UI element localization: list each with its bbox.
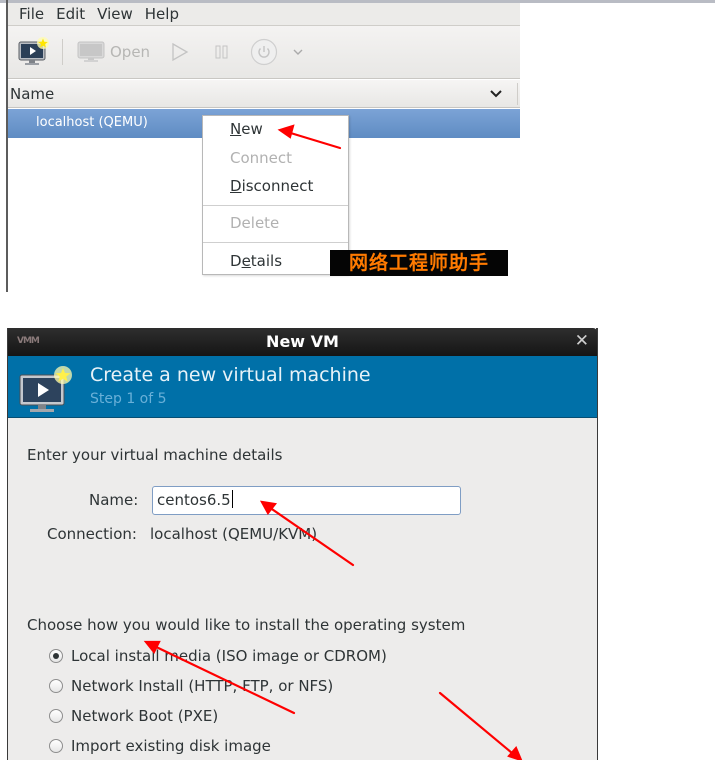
header-separator [517, 82, 518, 105]
chevron-down-icon [293, 49, 303, 55]
install-option-network-install[interactable]: Network Install (HTTP, FTP, or NFS) [49, 677, 333, 695]
menu-view[interactable]: View [92, 5, 138, 23]
banner-title: Create a new virtual machine [90, 364, 371, 386]
name-input-value: centos6.5 [157, 491, 231, 509]
mnemonic: N [230, 120, 242, 138]
list-header: Name [8, 80, 520, 108]
install-option-local-media[interactable]: Local install media (ISO image or CDROM) [49, 647, 387, 665]
menu-item-label: isconnect [241, 177, 314, 195]
new-vm-icon [19, 366, 72, 412]
menu-item-details[interactable]: Details [203, 249, 348, 273]
dialog-titlebar[interactable]: VMM New VM ✕ [8, 328, 597, 356]
new-vm-button[interactable] [18, 37, 50, 67]
option-label: Network Install (HTTP, FTP, or NFS) [71, 677, 334, 695]
shutdown-button[interactable] [250, 38, 278, 66]
toolbar: Open [8, 26, 520, 79]
radio-button[interactable] [49, 649, 63, 663]
dialog-banner: Create a new virtual machine Step 1 of 5 [8, 356, 597, 418]
menu-item-connect[interactable]: Connect [203, 146, 348, 170]
menu-item-disconnect[interactable]: Disconnect [203, 174, 348, 198]
open-label: Open [110, 43, 151, 61]
install-option-import-disk[interactable]: Import existing disk image [49, 737, 271, 755]
menu-item-delete[interactable]: Delete [203, 211, 348, 235]
menu-item-label-pre: D [230, 252, 242, 270]
close-icon[interactable]: ✕ [575, 331, 589, 351]
pause-icon [215, 45, 228, 59]
play-icon [172, 42, 189, 62]
connection-value: localhost (QEMU/KVM) [150, 525, 318, 543]
menu-item-new[interactable]: New [203, 117, 348, 141]
name-label: Name: [89, 491, 139, 509]
section-details-heading: Enter your virtual machine details [27, 446, 283, 464]
menu-separator [203, 205, 348, 206]
option-label: Network Boot (PXE) [71, 707, 219, 725]
menu-help[interactable]: Help [140, 5, 184, 23]
section-install-heading: Choose how you would like to install the… [27, 616, 466, 634]
watermark: 网络工程师助手 [330, 250, 508, 276]
new-vm-icon [18, 37, 49, 65]
name-input[interactable]: centos6.5 [152, 486, 461, 515]
install-option-network-boot[interactable]: Network Boot (PXE) [49, 707, 218, 725]
column-header-name[interactable]: Name [8, 85, 489, 103]
open-button[interactable]: Open [77, 41, 150, 63]
context-menu: New Connect Disconnect Delete Details [202, 115, 349, 275]
banner-step: Step 1 of 5 [90, 391, 167, 407]
column-chooser-chevron-icon[interactable] [489, 89, 503, 99]
option-label: Import existing disk image [71, 737, 271, 755]
shutdown-menu-button[interactable] [292, 48, 304, 56]
text-caret [231, 490, 233, 508]
connection-label: localhost (QEMU) [36, 115, 148, 130]
monitor-icon [77, 41, 105, 62]
menu-separator [203, 242, 348, 243]
toolbar-separator [62, 39, 63, 65]
menu-item-label: ew [241, 120, 263, 138]
radio-button[interactable] [49, 679, 63, 693]
radio-button[interactable] [49, 739, 63, 753]
mnemonic: D [230, 177, 242, 195]
mnemonic: e [241, 252, 251, 270]
dialog-body: Enter your virtual machine details Name:… [8, 418, 597, 760]
power-icon [250, 38, 278, 66]
menu-file[interactable]: File [8, 5, 49, 23]
option-label: Local install media (ISO image or CDROM) [71, 647, 387, 665]
menu-item-label: tails [250, 252, 283, 270]
run-button[interactable] [170, 42, 190, 62]
dialog-title: New VM [266, 332, 339, 351]
radio-button[interactable] [49, 709, 63, 723]
connection-label: Connection: [47, 525, 137, 543]
menubar: File Edit View Help [8, 3, 520, 26]
menu-edit[interactable]: Edit [51, 5, 90, 23]
new-vm-dialog: VMM New VM ✕ Create a new virtual machin… [7, 328, 598, 760]
pause-button[interactable] [214, 44, 230, 60]
